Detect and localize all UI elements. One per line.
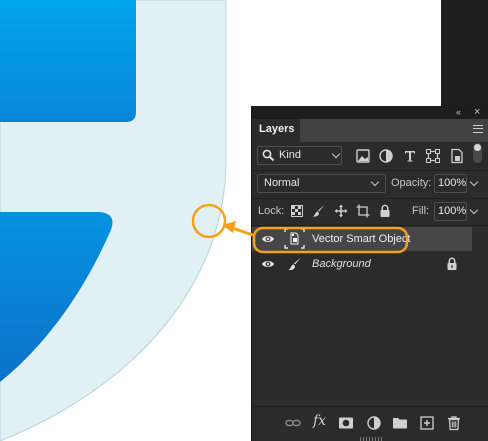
lock-image-pixels-icon[interactable] bbox=[312, 204, 326, 218]
close-panel-icon[interactable]: × bbox=[474, 106, 480, 118]
filter-kind-label: Kind bbox=[279, 149, 302, 161]
lock-label: Lock: bbox=[258, 205, 285, 217]
fx-icon[interactable]: fx bbox=[313, 413, 326, 429]
panel-title-bar[interactable]: « × bbox=[252, 106, 488, 119]
brush-icon bbox=[288, 257, 301, 271]
panel-resize-grip[interactable] bbox=[360, 437, 382, 441]
panel-menu-icon[interactable] bbox=[473, 125, 483, 133]
divider bbox=[252, 225, 488, 226]
lock-artboard-icon[interactable] bbox=[356, 204, 370, 218]
lock-all-icon[interactable] bbox=[378, 204, 392, 218]
lock-position-icon[interactable] bbox=[334, 204, 348, 218]
layers-panel: « × Layers Kind Normal Opacity: 100% Loc… bbox=[251, 106, 488, 441]
filter-shape-layers-icon[interactable] bbox=[425, 148, 441, 164]
eye-icon[interactable] bbox=[261, 258, 275, 270]
layer-name[interactable]: Background bbox=[312, 258, 371, 271]
divider bbox=[252, 198, 488, 199]
layers-bottom-toolbar: fx bbox=[252, 406, 488, 441]
tab-layers[interactable]: Layers bbox=[252, 119, 300, 142]
collapse-panel-icon[interactable]: « bbox=[456, 107, 461, 117]
lock-transparent-pixels-icon[interactable] bbox=[290, 204, 304, 218]
search-icon bbox=[262, 149, 275, 162]
filter-toggle-knob bbox=[474, 144, 481, 151]
new-layer-icon[interactable] bbox=[419, 415, 435, 431]
smart-object-thumbnail-icon bbox=[284, 228, 305, 249]
eye-icon[interactable] bbox=[261, 233, 275, 245]
workspace-background bbox=[441, 0, 488, 107]
blend-mode-select[interactable]: Normal bbox=[257, 174, 386, 193]
layer-filter-select[interactable]: Kind bbox=[257, 146, 342, 165]
opacity-label: Opacity: bbox=[391, 177, 432, 189]
filter-pixel-layers-icon[interactable] bbox=[355, 148, 371, 164]
filter-type-layers-icon[interactable] bbox=[402, 148, 418, 164]
fill-chevron-down-icon[interactable] bbox=[469, 205, 479, 215]
link-layers-icon[interactable] bbox=[285, 415, 301, 431]
lock-icon[interactable] bbox=[446, 257, 458, 271]
delete-layer-icon[interactable] bbox=[446, 415, 462, 431]
chevron-down-icon bbox=[331, 149, 341, 159]
filter-smart-objects-icon[interactable] bbox=[449, 148, 465, 164]
fill-field[interactable]: 100% bbox=[434, 202, 467, 221]
chevron-down-icon bbox=[370, 177, 380, 187]
layer-row-background[interactable]: Background bbox=[252, 252, 472, 276]
layers-scrollbar[interactable] bbox=[473, 227, 487, 407]
opacity-chevron-down-icon[interactable] bbox=[469, 177, 479, 187]
layer-row-vector-smart-object[interactable]: Vector Smart Object bbox=[252, 227, 472, 251]
filter-adjustment-layers-icon[interactable] bbox=[378, 148, 394, 164]
blend-mode-value: Normal bbox=[264, 177, 300, 189]
panel-tab-bar: Layers bbox=[252, 119, 488, 142]
add-mask-icon[interactable] bbox=[338, 415, 354, 431]
divider bbox=[252, 170, 488, 171]
layer-name[interactable]: Vector Smart Object bbox=[312, 233, 410, 246]
new-group-icon[interactable] bbox=[392, 415, 408, 431]
canvas-logo-blue-top bbox=[0, 0, 136, 122]
adjustment-layer-icon[interactable] bbox=[366, 415, 382, 431]
opacity-field[interactable]: 100% bbox=[434, 174, 467, 193]
fill-label: Fill: bbox=[412, 205, 430, 217]
